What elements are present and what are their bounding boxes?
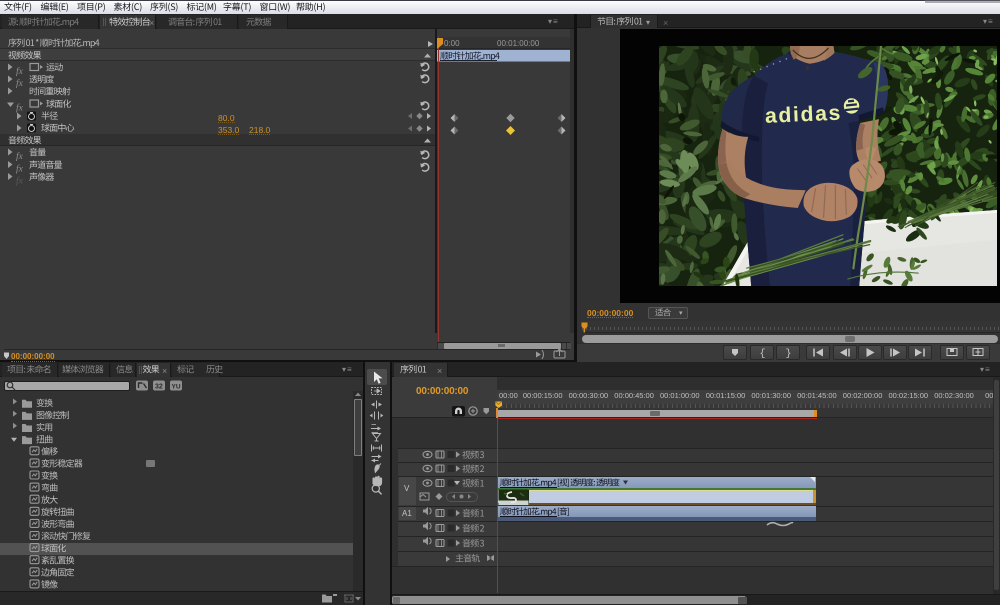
svg-text:fx: fx (16, 78, 24, 89)
svg-text:fx: fx (16, 103, 24, 114)
svg-text:fx: fx (16, 151, 24, 162)
svg-text:}: } (786, 348, 792, 360)
svg-text:{: { (760, 348, 766, 360)
svg-text:fx: fx (16, 66, 24, 77)
svg-text:fx: fx (16, 164, 24, 175)
svg-text:32: 32 (155, 384, 163, 391)
svg-text:YU: YU (172, 384, 181, 391)
svg-text:fx: fx (16, 176, 24, 187)
